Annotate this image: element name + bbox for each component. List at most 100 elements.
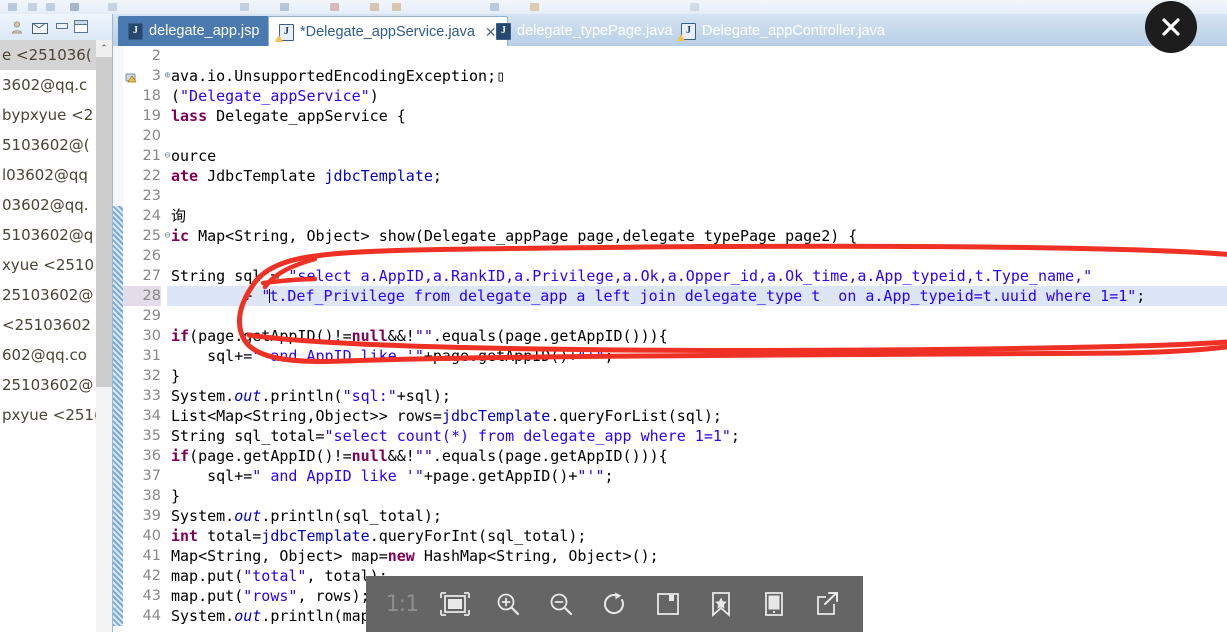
code-text: ic Map<String, Object> show(Delegate_app… (171, 227, 858, 245)
contact-list-item[interactable]: 03602@qq. (0, 190, 96, 220)
screen-root: e <251036(3602@qq.c bypxyue <2 5103602@(l0… (0, 0, 1227, 632)
code-line[interactable]: 22 ate JdbcTemplate jdbcTemplate; (113, 166, 1227, 186)
code-lines[interactable]: 2 3 ⊕ ava.io.UnsupportedEncodingException;▯… (113, 46, 1227, 632)
fit-screen-button[interactable] (437, 586, 473, 622)
contact-list-item[interactable]: l03602@qq (0, 160, 96, 190)
code-line[interactable]: 30 if(page.getAppID()!=null&&!"".equals(p… (113, 326, 1227, 346)
code-line[interactable]: 33 System.out.println("sql:"+sql); (113, 386, 1227, 406)
code-text: sql+=" and AppID like '"+page.getAppID()… (171, 347, 614, 365)
code-editor: delegate_app.jsp *Delegate_appService.jav… (113, 14, 1227, 632)
code-text: System.out.println("sql:"+sql); (171, 387, 451, 405)
java-file-warning-icon (275, 23, 294, 42)
envelope-icon[interactable] (32, 23, 48, 34)
scrollbar-thumb[interactable] (96, 57, 112, 387)
toolbar-glyph (370, 3, 379, 11)
code-text: if(page.getAppID()!=null&&!"".equals(pag… (171, 327, 668, 345)
contact-list-item[interactable]: 3602@qq.c (0, 70, 96, 100)
image-viewer-toolbar[interactable]: 1:1 (366, 576, 863, 632)
code-text: System.out.println(map); (171, 607, 388, 625)
code-canvas[interactable]: 2 3 ⊕ ava.io.UnsupportedEncodingException;▯… (113, 46, 1227, 632)
code-line[interactable]: 32} (113, 366, 1227, 386)
code-line[interactable]: 25 ⊖ ic Map<String, Object> show(Delegate_… (113, 226, 1227, 246)
toolbar-glyph (8, 3, 17, 11)
code-text: Map<String, Object> map=new HashMap<Stri… (171, 547, 659, 565)
java-file-icon (496, 22, 511, 40)
toolbar-glyph (46, 3, 55, 11)
code-line[interactable]: 34 List<Map<String,Object>> rows=jdbcTemp… (113, 406, 1227, 426)
code-text: System.out.println(sql_total); (171, 507, 442, 525)
minimize-button[interactable] (56, 23, 68, 29)
contact-list-item[interactable]: 25103602@ (0, 280, 96, 310)
toolbar-glyph (70, 3, 79, 11)
contact-list-item[interactable]: xyue <2510 (0, 250, 96, 280)
contacts-icon[interactable] (10, 20, 24, 34)
contact-list-item[interactable]: 25103602@ (0, 370, 96, 400)
line-number: 25 (142, 228, 161, 244)
code-line[interactable]: 26 (113, 246, 1227, 266)
toolbar-glyph (280, 3, 289, 11)
actual-size-button[interactable]: 1:1 (384, 586, 420, 622)
contact-list-item[interactable]: <25103602 (0, 310, 96, 340)
code-line[interactable]: 28 + "t.Def_Privilege from delegate_app … (113, 286, 1227, 306)
contact-list-item[interactable]: pxyue <251( (0, 400, 96, 430)
code-line[interactable]: 40 int total=jdbcTemplate.queryForInt(sql… (113, 526, 1227, 546)
toolbar-glyph (240, 3, 249, 11)
code-line[interactable]: 41 Map<String, Object> map=new HashMap<St… (113, 546, 1227, 566)
contacts-scrollbar[interactable]: ⌃ (96, 40, 112, 632)
save-button[interactable] (650, 586, 686, 622)
editor-tab-label: *Delegate_appService.java (300, 24, 475, 40)
contact-list-item[interactable]: 5103602@q (0, 220, 96, 250)
contact-list-item[interactable]: 602@qq.co (0, 340, 96, 370)
code-line[interactable]: 24 询 (113, 206, 1227, 226)
line-number: 26 (142, 248, 161, 264)
contacts-list[interactable]: e <251036(3602@qq.c bypxyue <2 5103602@(l0… (0, 40, 96, 600)
share-button[interactable] (809, 586, 845, 622)
code-text: if(page.getAppID()!=null&&!"".equals(pag… (171, 447, 668, 465)
code-line[interactable]: 37 sql+=" and AppID like '"+page.getAppI… (113, 466, 1227, 486)
code-line[interactable]: 2 (113, 46, 1227, 66)
code-text: String sql = "select a.AppID,a.RankID,a.… (171, 267, 1093, 285)
editor-tab-1[interactable]: *Delegate_appService.java✕ (268, 16, 508, 48)
jsp-file-icon (128, 22, 143, 40)
zoom-out-button[interactable] (543, 586, 579, 622)
code-line[interactable]: 39 System.out.println(sql_total); (113, 506, 1227, 526)
editor-tab-label: delegate_typePage.java (517, 23, 673, 39)
line-number: 19 (142, 108, 161, 124)
toolbar-glyph (690, 3, 699, 11)
code-text: ource (171, 147, 217, 165)
code-line[interactable]: 18 ("Delegate_appService") (113, 86, 1227, 106)
code-line[interactable]: 29 (113, 306, 1227, 326)
zoom-in-button[interactable] (490, 586, 526, 622)
code-text: + "t.Def_Privilege from delegate_app a l… (171, 287, 1146, 305)
code-line[interactable]: 35 String sql_total="select count(*) from… (113, 426, 1227, 446)
code-line[interactable]: 20 (113, 126, 1227, 146)
contact-list-item[interactable]: 5103602@( (0, 130, 96, 160)
code-line[interactable]: 38} (113, 486, 1227, 506)
line-number: 24 (142, 208, 161, 224)
rotate-button[interactable] (597, 586, 633, 622)
favorite-button[interactable] (703, 586, 739, 622)
close-overlay-button[interactable] (1145, 1, 1197, 53)
code-line[interactable]: 3 ⊕ ava.io.UnsupportedEncodingException;▯ (113, 66, 1227, 86)
code-text: } (171, 367, 181, 385)
restore-button[interactable] (74, 20, 88, 33)
editor-tab-3[interactable]: Delegate_appController.java (671, 16, 895, 46)
code-line[interactable]: 21 ⊖ ource (113, 146, 1227, 166)
warning-marker-icon[interactable] (125, 69, 139, 83)
editor-tab-0[interactable]: delegate_app.jsp (118, 16, 270, 46)
code-line[interactable]: 27 String sql = "select a.AppID,a.RankID,… (113, 266, 1227, 286)
editor-tab-2[interactable]: delegate_typePage.java (486, 16, 683, 46)
device-button[interactable] (756, 586, 792, 622)
code-line[interactable]: 36 if(page.getAppID()!=null&&!"".equals(p… (113, 446, 1227, 466)
java-file-warning-icon (677, 22, 696, 41)
line-number: 30 (142, 328, 161, 344)
code-line[interactable]: 23 (113, 186, 1227, 206)
contact-list-item[interactable]: e <251036( (0, 40, 96, 70)
scroll-up-button[interactable]: ⌃ (96, 40, 112, 57)
line-number: 2 (151, 48, 161, 64)
code-text: int total=jdbcTemplate.queryForInt(sql_t… (171, 527, 587, 545)
line-number: 34 (142, 408, 161, 424)
code-line[interactable]: 31 sql+=" and AppID like '"+page.getAppI… (113, 346, 1227, 366)
contact-list-item[interactable]: bypxyue <2 (0, 100, 96, 130)
code-line[interactable]: 19 lass Delegate_appService { (113, 106, 1227, 126)
